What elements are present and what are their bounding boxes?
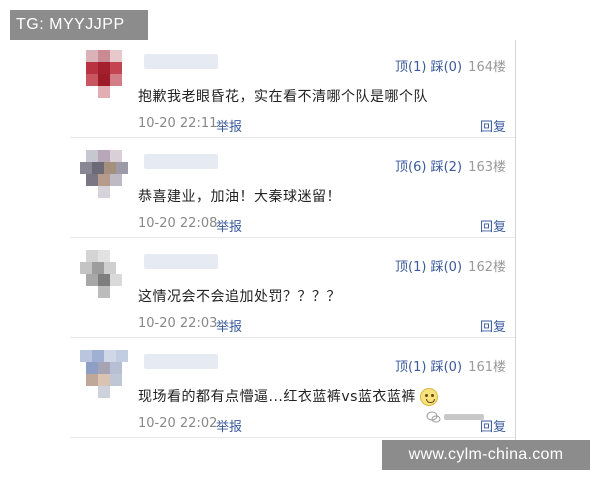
avatar[interactable] [80,250,128,298]
reply-link[interactable]: 回复 [480,316,506,335]
downvote-link[interactable]: 踩(0) [431,260,462,275]
comment-text: 这情况会不会追加处罚？？？？ [138,286,341,306]
vote-meta: 顶(1) 踩(0) 162楼 [395,256,506,275]
smiley-emoji-icon [419,388,438,406]
avatar[interactable] [80,350,128,398]
comment-list: 顶(1) 踩(0) 164楼 抱歉我老眼昏花，实在看不清哪个队是哪个队 10-2… [70,40,516,440]
comment-item: 顶(1) 踩(0) 162楼 这情况会不会追加处罚？？？？ 10-20 22:0… [70,240,515,338]
floor-number: 164楼 [468,60,506,75]
reply-link[interactable]: 回复 [480,216,506,235]
comment-text: 恭喜建业，加油！大秦球迷留！ [138,186,341,206]
report-link[interactable]: 举报 [216,116,242,135]
comment-text-body: 这情况会不会追加处罚？？？？ [138,289,341,305]
downvote-link[interactable]: 踩(0) [431,360,462,375]
wechat-logo-icon [426,410,486,427]
comment-text-body: 恭喜建业，加油！大秦球迷留！ [138,189,341,205]
comment-date: 10-20 22:03 [138,316,218,331]
watermark-bottom: www.cylm-china.com [382,440,590,470]
comment-item: 顶(6) 踩(2) 163楼 恭喜建业，加油！大秦球迷留！ 10-20 22:0… [70,140,515,238]
avatar[interactable] [80,50,128,98]
comment-date: 10-20 22:11 [138,116,218,131]
vote-meta: 顶(1) 踩(0) 164楼 [395,56,506,75]
comment-text-body: 现场看的都有点懵逼...红衣蓝裤vs蓝衣蓝裤 [138,389,416,405]
vote-meta: 顶(6) 踩(2) 163楼 [395,156,506,175]
avatar[interactable] [80,150,128,198]
username-blurred[interactable] [144,54,218,69]
wechat-logo-icon-svg [426,411,484,423]
username-blurred[interactable] [144,354,218,369]
floor-number: 162楼 [468,260,506,275]
comment-text: 现场看的都有点懵逼...红衣蓝裤vs蓝衣蓝裤 [138,386,438,406]
floor-number: 161楼 [468,360,506,375]
comment-date: 10-20 22:02 [138,416,218,431]
downvote-link[interactable]: 踩(0) [431,60,462,75]
watermark-top: TG: MYYJJPP [10,10,148,40]
reply-link[interactable]: 回复 [480,116,506,135]
username-blurred[interactable] [144,254,218,269]
upvote-link[interactable]: 顶(1) [395,260,426,275]
downvote-link[interactable]: 踩(2) [431,160,462,175]
upvote-link[interactable]: 顶(1) [395,60,426,75]
upvote-link[interactable]: 顶(6) [395,160,426,175]
comment-date: 10-20 22:08 [138,216,218,231]
comment-text-body: 抱歉我老眼昏花，实在看不清哪个队是哪个队 [138,89,428,105]
upvote-link[interactable]: 顶(1) [395,360,426,375]
comment-text: 抱歉我老眼昏花，实在看不清哪个队是哪个队 [138,86,428,106]
vote-meta: 顶(1) 踩(0) 161楼 [395,356,506,375]
username-blurred[interactable] [144,154,218,169]
report-link[interactable]: 举报 [216,416,242,435]
floor-number: 163楼 [468,160,506,175]
comment-item: 顶(1) 踩(0) 164楼 抱歉我老眼昏花，实在看不清哪个队是哪个队 10-2… [70,40,515,138]
report-link[interactable]: 举报 [216,316,242,335]
report-link[interactable]: 举报 [216,216,242,235]
